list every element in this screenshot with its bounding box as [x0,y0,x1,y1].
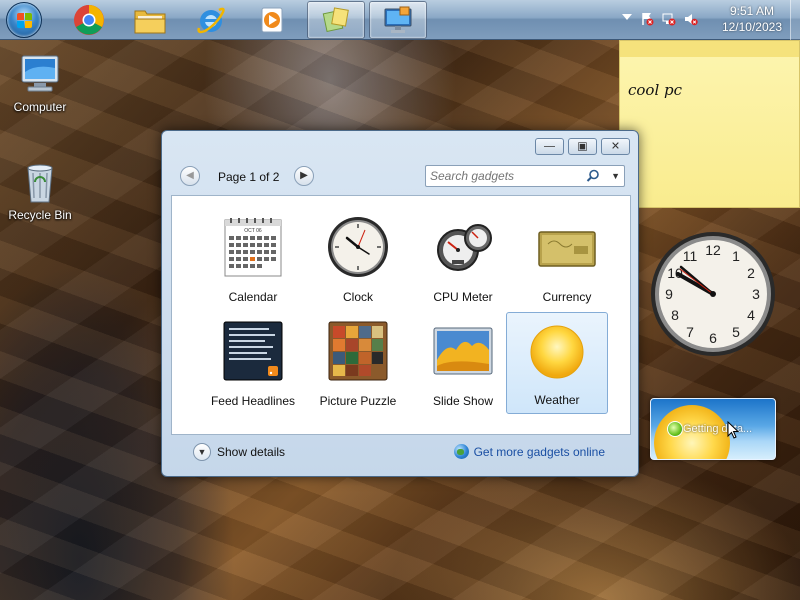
calendar-month: OCT 06 [244,228,262,234]
gadget-label: Clock [342,290,373,304]
weather-icon [530,325,584,379]
search-icon[interactable] [586,169,600,183]
svg-text:5: 5 [732,324,740,340]
search-box[interactable]: ▼ [425,165,625,187]
chrome-icon [74,5,104,35]
sticky-note-title-bar[interactable] [620,41,799,57]
gadget-label: Currency [542,290,592,304]
gadget-tile-cpu-meter[interactable]: CPU Meter [412,208,514,310]
gadgets-icon [322,7,349,33]
calendar-icon: OCT 06 [224,218,282,277]
gallery-nav-bar: ◀ Page 1 of 2 ▶ ▼ [176,163,626,189]
desktop-icon-label: Recycle Bin [8,208,72,222]
gadget-tile-calendar[interactable]: OCT 06 Calendar [202,208,304,310]
computer-icon [16,50,64,98]
taskbar-ie-button[interactable] [182,1,240,39]
show-desktop-button[interactable] [790,0,800,40]
mouse-cursor-icon [727,421,739,439]
clock-icon [328,217,388,277]
loading-spinner-icon [667,421,683,437]
clock-date: 12/10/2023 [721,20,782,34]
cpu-meter-icon [437,224,492,271]
close-icon: ✕ [610,140,621,152]
minimize-icon: — [544,140,555,152]
svg-text:8: 8 [671,307,679,323]
desktop-icon-label: Computer [13,100,67,114]
recycle-bin-icon [16,158,64,206]
gallery-footer: ▼ Show details Get more gadgets online [171,437,631,471]
folder-icon [134,10,166,34]
gadget-tile-weather[interactable]: Weather [506,312,608,414]
search-input[interactable] [430,168,580,184]
clock-face: 12 12 345 678 91011 [651,232,775,356]
windows-flag-icon [17,13,33,29]
page-indicator: Page 1 of 2 [218,170,280,184]
show-details-label: Show details [217,445,286,459]
svg-text:11: 11 [683,248,698,264]
get-more-gadgets-link[interactable]: Get more gadgets online [453,444,605,459]
gadget-label: Picture Puzzle [319,394,397,408]
feed-headlines-icon [223,321,283,381]
ie-icon [197,7,225,34]
gadget-label: CPU Meter [433,290,493,304]
svg-text:9: 9 [665,286,673,302]
restore-button[interactable]: ▣ [568,138,597,155]
svg-text:6: 6 [709,330,717,346]
window-controls: — ▣ ✕ [535,138,630,156]
sticky-note[interactable]: cool pc [619,40,800,208]
desktop-icon-recycle-bin[interactable]: Recycle Bin [2,158,78,222]
taskbar-explorer-button[interactable] [121,1,179,39]
gadget-grid: OCT 06 Calendar Clock CPU Meter Currency… [171,195,631,435]
gadget-tile-feed-headlines[interactable]: Feed Headlines [202,312,304,414]
gadget-label: Feed Headlines [210,394,296,408]
start-button[interactable] [6,2,42,38]
svg-text:3: 3 [752,286,760,302]
system-tray: 9:51 AM 12/10/2023 [610,0,800,40]
gadget-tile-clock[interactable]: Clock [307,208,409,310]
volume-icon[interactable] [684,12,698,26]
get-more-gadgets-label: Get more gadgets online [473,444,605,459]
chevron-down-icon: ▼ [193,443,211,461]
globe-icon [453,444,469,459]
svg-text:1: 1 [732,248,740,264]
show-hidden-icons-button[interactable] [622,14,632,20]
gadget-label: Weather [534,393,580,407]
gadget-tile-picture-puzzle[interactable]: Picture Puzzle [307,312,409,414]
clock-gadget[interactable]: 12 1 2 345 678 9 10 11 [648,229,778,359]
restore-icon: ▣ [577,140,588,152]
taskbar-remote-desktop-button[interactable] [369,1,427,39]
svg-text:4: 4 [747,307,755,323]
taskbar-media-player-button[interactable] [243,1,301,39]
weather-status: Getting data... [683,423,753,435]
gadget-tile-currency[interactable]: Currency [516,208,618,310]
taskbar-clock[interactable]: 9:51 AM 12/10/2023 [722,3,782,35]
search-dropdown-icon[interactable]: ▼ [611,168,620,184]
picture-puzzle-icon [328,321,388,381]
monitor-icon [384,6,412,33]
taskbar-chrome-button[interactable] [60,1,118,39]
taskbar: 9:51 AM 12/10/2023 [0,0,800,40]
clock-time: 9:51 AM [729,4,774,18]
network-icon[interactable] [662,12,676,26]
svg-text:7: 7 [686,324,694,340]
svg-text:2: 2 [747,265,755,281]
minimize-button[interactable]: — [535,138,564,155]
currency-icon [538,231,596,267]
desktop-icon-computer[interactable]: Computer [2,50,78,114]
show-details-button[interactable]: ▼ Show details [193,443,285,461]
sticky-note-text[interactable]: cool pc [628,81,682,99]
weather-gadget[interactable]: Getting data... [650,398,776,460]
svg-text:12: 12 [705,242,721,258]
taskbar-gadgets-button[interactable] [307,1,365,39]
previous-page-button[interactable]: ◀ [180,166,200,186]
gadget-label: Calendar [228,290,278,304]
close-button[interactable]: ✕ [601,138,630,155]
gadget-tile-slide-show[interactable]: Slide Show [412,312,514,414]
gadget-label: Slide Show [432,394,494,408]
media-player-icon [261,7,283,33]
next-page-button[interactable]: ▶ [294,166,314,186]
slide-show-icon [433,327,493,375]
action-center-icon[interactable] [640,12,654,26]
gadget-gallery-window: — ▣ ✕ ◀ Page 1 of 2 ▶ ▼ OCT 06 [161,130,639,477]
